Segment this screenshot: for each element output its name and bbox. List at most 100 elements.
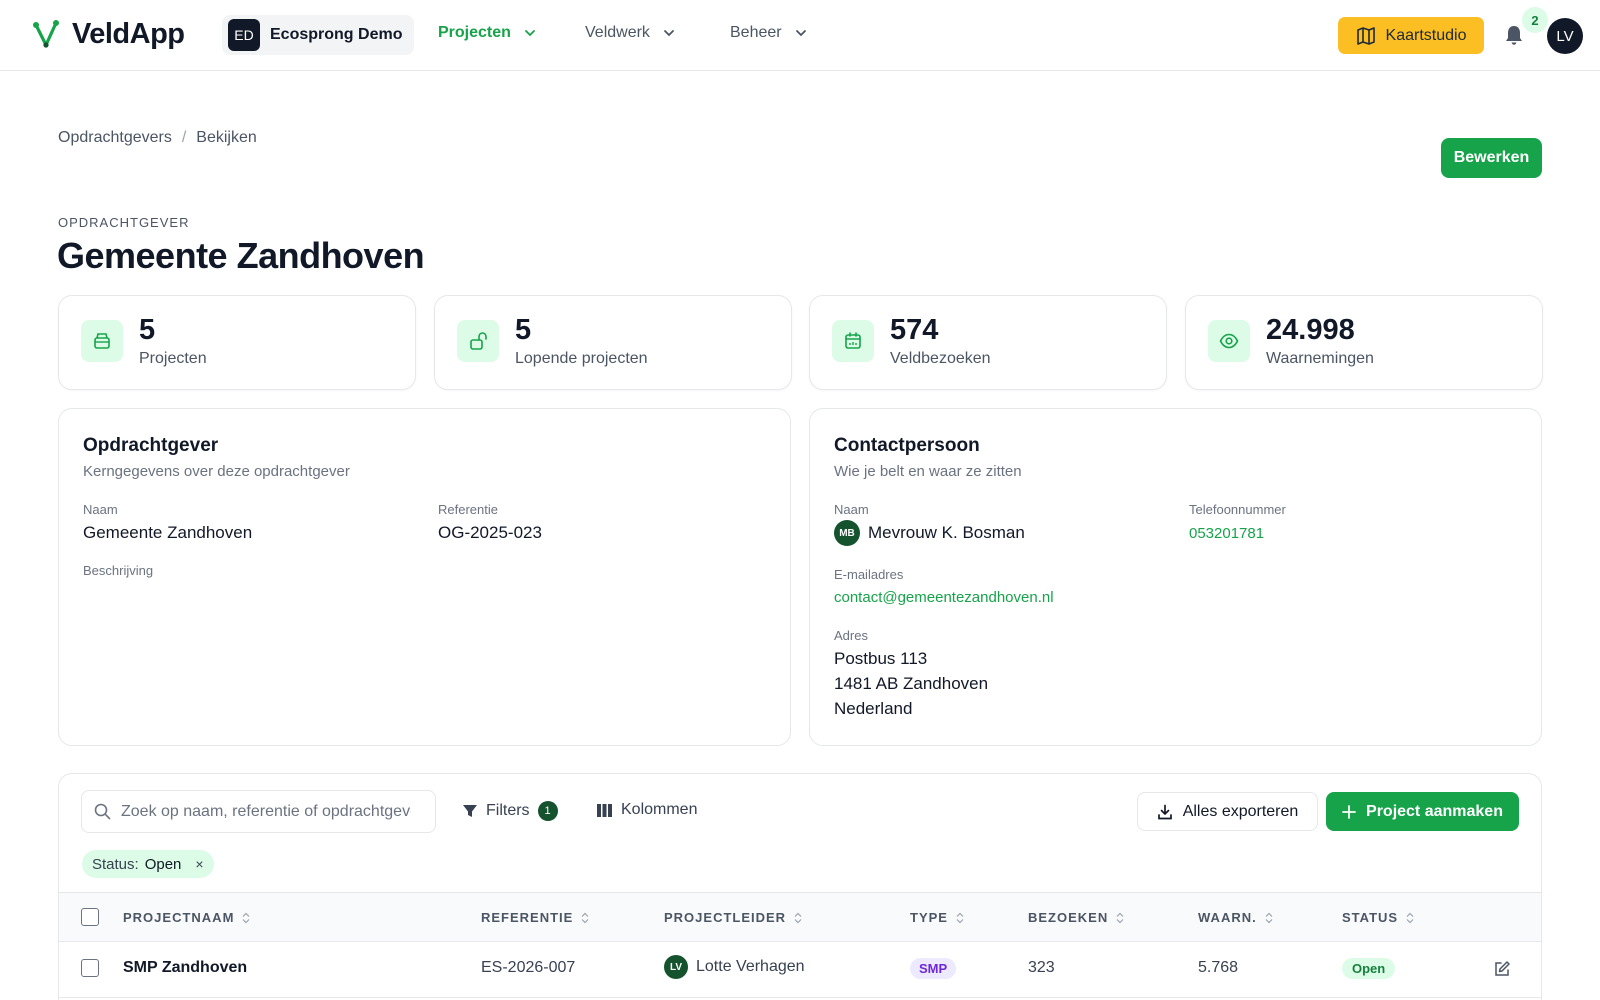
column-header-status[interactable]: STATUS bbox=[1342, 910, 1414, 925]
kaartstudio-button[interactable]: Kaartstudio bbox=[1338, 17, 1484, 54]
column-header-waarn[interactable]: WAARN. bbox=[1198, 910, 1273, 925]
column-header-bezoeken[interactable]: BEZOEKEN bbox=[1028, 910, 1124, 925]
nav-beheer[interactable]: Beheer bbox=[730, 24, 808, 42]
sort-icon bbox=[1265, 912, 1273, 923]
stat-label: Lopende projecten bbox=[515, 350, 648, 367]
veldapp-logo-icon bbox=[33, 19, 59, 48]
edit-button[interactable]: Bewerken bbox=[1441, 138, 1542, 178]
calendar-icon bbox=[832, 320, 874, 362]
reference-value: OG-2025-023 bbox=[438, 523, 542, 542]
column-header-label: PROJECTNAAM bbox=[123, 910, 235, 925]
edit-icon[interactable] bbox=[1493, 960, 1511, 978]
project-name-cell[interactable]: SMP Zandhoven bbox=[123, 959, 247, 977]
chevron-down-icon bbox=[795, 30, 806, 37]
contact-name-label: Naam bbox=[834, 502, 869, 517]
nav-label: Projecten bbox=[438, 24, 511, 41]
columns-button[interactable]: Kolommen bbox=[596, 801, 697, 819]
reference-label: Referentie bbox=[438, 502, 498, 517]
column-header-label: TYPE bbox=[910, 910, 948, 925]
stat-card-projecten: 5 Projecten bbox=[58, 295, 416, 390]
card-title: Opdrachtgever bbox=[83, 435, 219, 456]
leader-name: Lotte Verhagen bbox=[696, 958, 805, 975]
select-all-checkbox[interactable] bbox=[81, 908, 99, 926]
status-badge: Open bbox=[1342, 958, 1396, 979]
email-link[interactable]: contact@gemeentezandhoven.nl bbox=[834, 589, 1054, 606]
phone-link[interactable]: 053201781 bbox=[1189, 525, 1264, 542]
column-header-label: REFERENTIE bbox=[481, 910, 574, 925]
filter-icon bbox=[463, 805, 477, 817]
create-project-label: Project aanmaken bbox=[1366, 802, 1503, 820]
filters-button[interactable]: Filters 1 bbox=[462, 801, 558, 821]
map-icon bbox=[1356, 26, 1375, 45]
stat-value: 5 bbox=[515, 314, 532, 346]
client-name-value: Gemeente Zandhoven bbox=[83, 523, 253, 542]
chevron-down-icon bbox=[525, 30, 535, 37]
stat-card-veldbezoeken: 574 Veldbezoeken bbox=[809, 295, 1167, 390]
chevron-down-icon bbox=[664, 30, 674, 37]
stat-label: Projecten bbox=[139, 350, 207, 367]
stat-value: 24.998 bbox=[1266, 314, 1355, 346]
stat-value: 574 bbox=[890, 314, 939, 346]
nav-projecten[interactable]: Projecten bbox=[438, 24, 537, 42]
org-badge: ED bbox=[228, 19, 260, 51]
page-title: Gemeente Zandhoven bbox=[57, 235, 425, 276]
table-row[interactable]: SMP Zandhoven ES-2026-007 LV Lotte Verha… bbox=[59, 942, 1541, 998]
filters-label: Filters bbox=[486, 802, 530, 819]
download-icon bbox=[1157, 804, 1172, 819]
nav-veldwerk[interactable]: Veldwerk bbox=[585, 24, 676, 42]
sort-icon bbox=[581, 912, 589, 923]
user-avatar[interactable]: LV bbox=[1547, 18, 1583, 54]
column-header-referentie[interactable]: REFERENTIE bbox=[481, 910, 589, 925]
address-label: Adres bbox=[834, 628, 868, 643]
bell-icon[interactable] bbox=[1503, 24, 1525, 46]
column-header-projectnaam[interactable]: PROJECTNAAM bbox=[123, 910, 250, 925]
address-line-1: Postbus 113 bbox=[834, 649, 928, 668]
organization-switcher[interactable]: ED Ecosprong Demo bbox=[222, 15, 415, 55]
archive-icon bbox=[81, 320, 123, 362]
reference-cell: ES-2026-007 bbox=[481, 959, 576, 976]
sort-icon bbox=[956, 912, 964, 923]
breadcrumb-parent-link[interactable]: Opdrachtgevers bbox=[58, 129, 172, 147]
create-project-button[interactable]: Project aanmaken bbox=[1326, 792, 1519, 831]
export-label: Alles exporteren bbox=[1182, 802, 1299, 820]
leader-avatar: LV bbox=[664, 955, 688, 979]
nav-label: Veldwerk bbox=[585, 24, 650, 41]
unlock-icon bbox=[457, 320, 499, 362]
breadcrumb-separator: / bbox=[181, 129, 187, 146]
kaartstudio-label: Kaartstudio bbox=[1385, 26, 1467, 44]
column-header-projectleider[interactable]: PROJECTLEIDER bbox=[664, 910, 802, 925]
column-header-label: BEZOEKEN bbox=[1028, 910, 1109, 925]
plus-icon bbox=[1342, 804, 1356, 819]
stat-value: 5 bbox=[139, 314, 156, 346]
client-details-card: Opdrachtgever Kerngegevens over deze opd… bbox=[58, 408, 791, 746]
row-checkbox[interactable] bbox=[81, 959, 99, 977]
notification-count-badge: 2 bbox=[1522, 7, 1548, 33]
column-header-label: WAARN. bbox=[1198, 910, 1257, 925]
page-eyebrow: OPDRACHTGEVER bbox=[58, 215, 190, 230]
remove-filter-icon[interactable]: × bbox=[195, 856, 203, 872]
columns-icon bbox=[597, 803, 612, 817]
export-all-button[interactable]: Alles exporteren bbox=[1137, 792, 1318, 831]
search-box[interactable] bbox=[81, 790, 436, 833]
search-input[interactable] bbox=[121, 802, 411, 821]
active-filter-chip: Status: Open × bbox=[82, 850, 214, 878]
org-name: Ecosprong Demo bbox=[270, 26, 403, 43]
sort-icon bbox=[1116, 912, 1124, 923]
search-icon bbox=[94, 803, 111, 820]
contact-name-value: Mevrouw K. Bosman bbox=[868, 523, 1025, 542]
contact-person-card: Contactpersoon Wie je belt en waar ze zi… bbox=[809, 408, 1542, 746]
description-label: Beschrijving bbox=[83, 563, 154, 578]
card-title: Contactpersoon bbox=[834, 435, 980, 456]
project-leader-cell: LV Lotte Verhagen bbox=[664, 955, 805, 979]
eye-icon bbox=[1208, 320, 1250, 362]
stat-card-lopende-projecten: 5 Lopende projecten bbox=[434, 295, 792, 390]
type-badge: SMP bbox=[910, 958, 957, 979]
contact-avatar: MB bbox=[834, 520, 860, 546]
app-logo[interactable]: VeldApp bbox=[32, 18, 185, 51]
columns-label: Kolommen bbox=[621, 801, 698, 818]
stat-label: Veldbezoeken bbox=[890, 350, 991, 367]
column-header-label: STATUS bbox=[1342, 910, 1399, 925]
column-header-type[interactable]: TYPE bbox=[910, 910, 964, 925]
phone-label: Telefoonnummer bbox=[1189, 502, 1286, 517]
visits-cell: 323 bbox=[1028, 959, 1055, 976]
